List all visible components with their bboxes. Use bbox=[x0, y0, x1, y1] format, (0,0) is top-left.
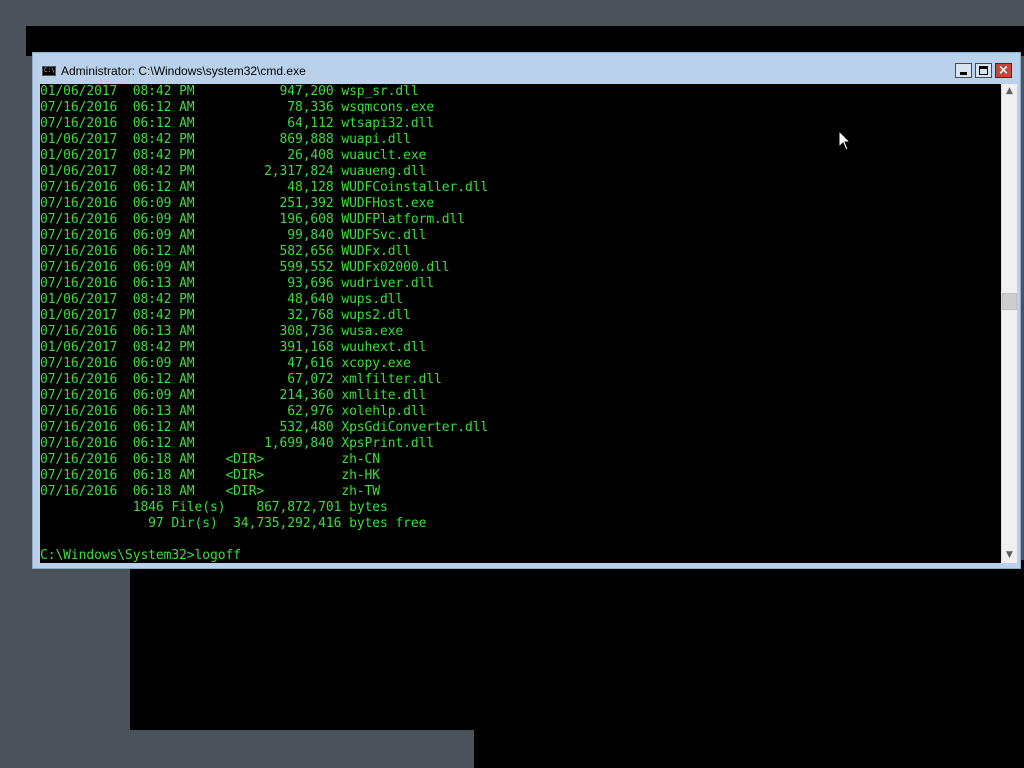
console-line: 07/16/2016 06:18 AM <DIR> zh-TW bbox=[40, 484, 380, 499]
console-line: 01/06/2017 08:42 PM 869,888 wuapi.dll bbox=[40, 132, 411, 147]
console-line: 01/06/2017 08:42 PM 2,317,824 wuaueng.dl… bbox=[40, 164, 427, 179]
title-bar[interactable]: C:\ Administrator: C:\Windows\system32\c… bbox=[33, 53, 1020, 84]
console-line: 07/16/2016 06:09 AM 47,616 xcopy.exe bbox=[40, 356, 411, 371]
console-line: 07/16/2016 06:09 AM 196,608 WUDFPlatform… bbox=[40, 212, 465, 227]
background-window-area bbox=[130, 560, 1024, 730]
console-line: C:\Windows\System32>logoff bbox=[40, 548, 241, 563]
console-line: 07/16/2016 06:09 AM 251,392 WUDFHost.exe bbox=[40, 196, 435, 211]
console-output[interactable]: 01/06/2017 08:42 PM 947,200 wsp_sr.dll 07… bbox=[40, 84, 1001, 563]
console-line: 07/16/2016 06:12 AM 582,656 WUDFx.dll bbox=[40, 244, 411, 259]
cmd-window[interactable]: C:\ Administrator: C:\Windows\system32\c… bbox=[32, 52, 1021, 569]
console-line: 07/16/2016 06:12 AM 78,336 wsqmcons.exe bbox=[40, 100, 435, 115]
background-window-area-lower bbox=[474, 720, 1024, 768]
console-line: 07/16/2016 06:13 AM 308,736 wusa.exe bbox=[40, 324, 404, 339]
console-line: 07/16/2016 06:18 AM <DIR> zh-HK bbox=[40, 468, 380, 483]
close-button[interactable]: × bbox=[995, 63, 1012, 78]
console-line: 07/16/2016 06:13 AM 62,976 xolehlp.dll bbox=[40, 404, 427, 419]
console-line: 1846 File(s) 867,872,701 bytes bbox=[40, 500, 388, 515]
console-line: 97 Dir(s) 34,735,292,416 bytes free bbox=[40, 516, 427, 531]
maximize-button[interactable] bbox=[975, 63, 992, 78]
scroll-up-arrow-icon[interactable]: ▲ bbox=[1002, 84, 1017, 99]
console-line: 01/06/2017 08:42 PM 391,168 wuuhext.dll bbox=[40, 340, 427, 355]
console-line: 01/06/2017 08:42 PM 32,768 wups2.dll bbox=[40, 308, 411, 323]
close-icon: × bbox=[998, 63, 1009, 78]
scroll-thumb[interactable] bbox=[1002, 293, 1017, 310]
console-app-icon[interactable]: C:\ bbox=[42, 66, 56, 76]
vertical-scrollbar[interactable]: ▲ ▼ bbox=[1001, 84, 1017, 563]
console-line: 07/16/2016 06:12 AM 48,128 WUDFCoinstall… bbox=[40, 180, 489, 195]
minimize-icon bbox=[960, 72, 967, 75]
console-lines: 01/06/2017 08:42 PM 947,200 wsp_sr.dll 07… bbox=[40, 84, 488, 563]
console-line: 01/06/2017 08:42 PM 947,200 wsp_sr.dll bbox=[40, 84, 419, 99]
console-line: 07/16/2016 06:12 AM 64,112 wtsapi32.dll bbox=[40, 116, 435, 131]
console-line: 07/16/2016 06:12 AM 1,699,840 XpsPrint.d… bbox=[40, 436, 435, 451]
console-line: 01/06/2017 08:42 PM 26,408 wuauclt.exe bbox=[40, 148, 427, 163]
maximize-icon bbox=[979, 66, 988, 75]
console-line: 01/06/2017 08:42 PM 48,640 wups.dll bbox=[40, 292, 404, 307]
desktop: C:\ Administrator: C:\Windows\system32\c… bbox=[0, 0, 1024, 768]
console-line: 07/16/2016 06:13 AM 93,696 wudriver.dll bbox=[40, 276, 435, 291]
console-line: 07/16/2016 06:12 AM 67,072 xmlfilter.dll bbox=[40, 372, 442, 387]
window-title: Administrator: C:\Windows\system32\cmd.e… bbox=[61, 64, 306, 78]
console-line: 07/16/2016 06:09 AM 599,552 WUDFx02000.d… bbox=[40, 260, 450, 275]
mouse-pointer-icon bbox=[838, 130, 852, 151]
minimize-button[interactable] bbox=[955, 63, 972, 78]
scroll-down-arrow-icon[interactable]: ▼ bbox=[1002, 548, 1017, 563]
console-line: 07/16/2016 06:09 AM 214,360 xmllite.dll bbox=[40, 388, 427, 403]
console-line: 07/16/2016 06:18 AM <DIR> zh-CN bbox=[40, 452, 380, 467]
console-line: 07/16/2016 06:12 AM 532,480 XpsGdiConver… bbox=[40, 420, 489, 435]
console-line: 07/16/2016 06:09 AM 99,840 WUDFSvc.dll bbox=[40, 228, 427, 243]
